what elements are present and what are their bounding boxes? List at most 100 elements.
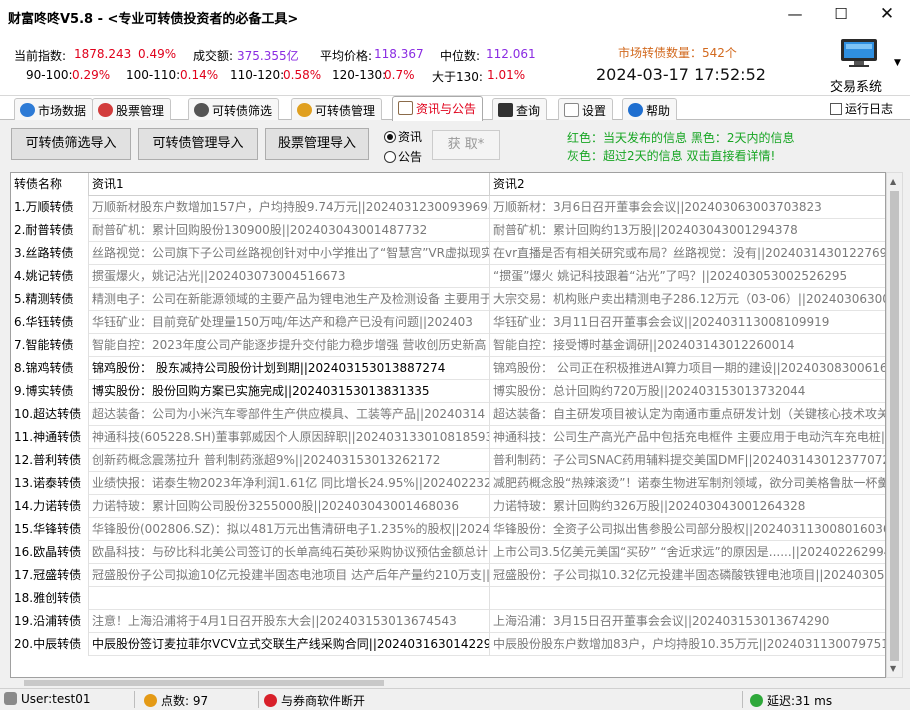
news2-cell[interactable]: 华钰矿业：3月11日召开董事会会议||202403113008109919 [490,311,885,334]
table-row[interactable]: 11.神通转债 神通科技(605228.SH)董事郭威因个人原因辞职||20240… [11,426,885,449]
news2-cell[interactable]: 上海沿浦：3月15日召开董事会会议||202403153013674290 [490,610,885,633]
radio-news[interactable]: 资讯 [384,128,422,145]
table-row[interactable]: 2.耐普转债 耐普矿机：累计回购股份130900股||20240304300148… [11,219,885,242]
import-stock-button[interactable]: 股票管理导入 [265,128,369,160]
news-table[interactable]: 转债名称 资讯1 资讯2 1.万顺转债 万顺新材股东户数增加157户，户均持股9.… [10,172,886,678]
table-row[interactable]: 18.雅创转债 [11,587,885,610]
news1-cell[interactable]: 华锋股份(002806.SZ)：拟以481万元出售清研电子1.235%的股权||… [89,518,490,541]
news2-cell[interactable]: 万顺新材：3月6日召开董事会会议||202403063003703823 [490,196,885,219]
bond-name-cell[interactable]: 7.智能转债 [11,334,89,357]
table-row[interactable]: 4.姚记转债 掼蛋爆火，姚记沾光||202403073004516673 “掼蛋”爆… [11,265,885,288]
bond-name-cell[interactable]: 13.诺泰转债 [11,472,89,495]
news1-cell[interactable]: 力诺特玻：累计回购公司股份3255000股||20240304300146803… [89,495,490,518]
vertical-scrollbar[interactable]: ▲ ▼ [886,172,903,678]
tab-market-data[interactable]: 市场数据 [14,98,94,120]
scroll-up-icon[interactable]: ▲ [890,177,896,186]
bond-name-cell[interactable]: 4.姚记转债 [11,265,89,288]
news2-cell[interactable]: 大宗交易：机构账户卖出精测电子286.12万元（03-06）||20240306… [490,288,885,311]
tab-news-notice[interactable]: 资讯与公告 [392,96,484,121]
news2-cell[interactable]: 神通科技：公司生产高光产品中包括充电框件 主要应用于电动汽车充电桩|| [490,426,885,449]
bond-name-cell[interactable]: 18.雅创转债 [11,587,89,610]
bond-name-cell[interactable]: 11.神通转债 [11,426,89,449]
news1-cell[interactable]: 博实股份：股份回购方案已实施完成||202403153013831335 [89,380,490,403]
table-row[interactable]: 1.万顺转债 万顺新材股东户数增加157户，户均持股9.74万元||2024031… [11,196,885,219]
bond-name-cell[interactable]: 2.耐普转债 [11,219,89,242]
table-row[interactable]: 14.力诺转债 力诺特玻：累计回购公司股份3255000股||2024030430… [11,495,885,518]
bond-name-cell[interactable]: 15.华锋转债 [11,518,89,541]
news2-cell[interactable] [490,587,885,610]
table-row[interactable]: 12.普利转债 创新药概念震荡拉升 普利制药涨超9%||2024031530132… [11,449,885,472]
table-row[interactable]: 3.丝路转债 丝路视觉：公司旗下子公司丝路视创针对中小学推出了“智慧宫”VR虚拟现… [11,242,885,265]
column-header[interactable]: 资讯2 [490,173,885,196]
news1-cell[interactable]: 冠盛股份子公司拟逾10亿元投建半固态电池项目 达产后年产量约210万支|| [89,564,490,587]
bond-name-cell[interactable]: 1.万顺转债 [11,196,89,219]
bond-name-cell[interactable]: 5.精测转债 [11,288,89,311]
tab-stock-manage[interactable]: 股票管理 [92,98,172,120]
tab-query[interactable]: 查询 [492,98,548,120]
bond-name-cell[interactable]: 9.博实转债 [11,380,89,403]
scroll-thumb[interactable] [890,191,899,661]
table-row[interactable]: 5.精测转债 精测电子：公司在新能源领域的主要产品为锂电池生产及检测设备 主要用于… [11,288,885,311]
bond-name-cell[interactable]: 3.丝路转债 [11,242,89,265]
scroll-down-icon[interactable]: ▼ [890,664,896,673]
table-row[interactable]: 7.智能转债 智能自控：2023年度公司产能逐步提升交付能力稳步增强 营收创历史新… [11,334,885,357]
table-row[interactable]: 17.冠盛转债 冠盛股份子公司拟逾10亿元投建半固态电池项目 达产后年产量约210… [11,564,885,587]
radio-notice[interactable]: 公告 [384,148,422,165]
table-row[interactable]: 13.诺泰转债 业绩快报：诺泰生物2023年净利润1.61亿 同比增长24.95%… [11,472,885,495]
news2-cell[interactable]: 普利制药：子公司SNAC药用辅料提交美国DMF||202403143012377… [490,449,885,472]
news1-cell[interactable]: 耐普矿机：累计回购股份130900股||202403043001487732 [89,219,490,242]
column-header[interactable]: 资讯1 [89,173,490,196]
import-manage-button[interactable]: 可转债管理导入 [138,128,258,160]
tab-bond-manage[interactable]: 可转债管理 [291,98,383,120]
news1-cell[interactable]: 注意！上海沿浦将于4月1日召开股东大会||202403153013674543 [89,610,490,633]
news2-cell[interactable]: 耐普矿机：累计回购约13万股||202403043001294378 [490,219,885,242]
news1-cell[interactable]: 业绩快报：诺泰生物2023年净利润1.61亿 同比增长24.95%||20240… [89,472,490,495]
close-button[interactable]: ✕ [864,0,910,30]
tab-help[interactable]: 帮助 [622,98,678,120]
news2-cell[interactable]: 力诺特玻：累计回购约326万股||202403043001264328 [490,495,885,518]
news2-cell[interactable]: 在vr直播是否有相关研究或布局？丝路视觉：没有||202403143012276… [490,242,885,265]
bond-name-cell[interactable]: 17.冠盛转债 [11,564,89,587]
news1-cell[interactable]: 神通科技(605228.SH)董事郭威因个人原因辞职||202403133010… [89,426,490,449]
bond-name-cell[interactable]: 8.锦鸡转债 [11,357,89,380]
news1-cell[interactable]: 掼蛋爆火，姚记沾光||202403073004516673 [89,265,490,288]
news2-cell[interactable]: 锦鸡股份： 公司正在积极推进AI算力项目一期的建设||2024030830061… [490,357,885,380]
table-row[interactable]: 15.华锋转债 华锋股份(002806.SZ)：拟以481万元出售清研电子1.23… [11,518,885,541]
news1-cell[interactable]: 中辰股份签订麦拉菲尔VCV立式交联生产线采购合同||20240316301422… [89,633,490,656]
table-row[interactable]: 16.欧晶转债 欧晶科技：与矽比科北美公司签订的长单高纯石英砂采购协议预估金额总计… [11,541,885,564]
news2-cell[interactable]: 减肥药概念股“热辣滚烫”！诺泰生物进军制剂领域，欲分司美格鲁肽一杯羹 [490,472,885,495]
news2-cell[interactable]: 冠盛股份：子公司拟10.32亿元投建半固态磷酸铁锂电池项目||202403053… [490,564,885,587]
news2-cell[interactable]: 智能自控：接受博时基金调研||202403143012260014 [490,334,885,357]
news1-cell[interactable] [89,587,490,610]
scroll-thumb[interactable] [24,680,384,686]
table-row[interactable]: 10.超达转债 超达装备：公司为小米汽车零部件生产供应模具、工装等产品||2024… [11,403,885,426]
news1-cell[interactable]: 创新药概念震荡拉升 普利制药涨超9%||202403153013262172 [89,449,490,472]
bond-name-cell[interactable]: 16.欧晶转债 [11,541,89,564]
maximize-button[interactable]: ☐ [818,0,864,30]
news1-cell[interactable]: 超达装备：公司为小米汽车零部件生产供应模具、工装等产品||20240314 [89,403,490,426]
news1-cell[interactable]: 智能自控：2023年度公司产能逐步提升交付能力稳步增强 营收创历史新高 [89,334,490,357]
table-row[interactable]: 6.华钰转债 华钰矿业：目前竞矿处理量150万吨/年达产和稳产已没有问题||202… [11,311,885,334]
news2-cell[interactable]: 博实股份：总计回购约720万股||202403153013732044 [490,380,885,403]
radio-dot[interactable] [384,151,396,163]
bond-name-cell[interactable]: 6.华钰转债 [11,311,89,334]
news1-cell[interactable]: 万顺新材股东户数增加157户，户均持股9.74万元||2024031230093… [89,196,490,219]
table-row[interactable]: 8.锦鸡转债 锦鸡股份： 股东减持公司股份计划到期||20240315301388… [11,357,885,380]
news2-cell[interactable]: 上市公司3.5亿美元美国“买矽” “舍近求远”的原因是......||20240… [490,541,885,564]
table-row[interactable]: 20.中辰转债 中辰股份签订麦拉菲尔VCV立式交联生产线采购合同||2024031… [11,633,885,656]
news1-cell[interactable]: 精测电子：公司在新能源领域的主要产品为锂电池生产及检测设备 主要用于 [89,288,490,311]
tab-settings[interactable]: 设置 [558,98,614,120]
table-row[interactable]: 19.沿浦转债 注意！上海沿浦将于4月1日召开股东大会||202403153013… [11,610,885,633]
import-screen-button[interactable]: 可转债筛选导入 [11,128,131,160]
news1-cell[interactable]: 欧晶科技：与矽比科北美公司签订的长单高纯石英砂采购协议预估金额总计 [89,541,490,564]
news2-cell[interactable]: “掼蛋”爆火 姚记科技跟着“沾光”了吗？||202403053002526295 [490,265,885,288]
radio-dot[interactable] [384,131,396,143]
news2-cell[interactable]: 华锋股份：全资子公司拟出售参股公司部分股权||20240311300801603… [490,518,885,541]
trade-system-button[interactable]: 交易系统 [828,36,894,95]
bond-name-cell[interactable]: 14.力诺转债 [11,495,89,518]
news2-cell[interactable]: 中辰股份股东户数增加83户，户均持股10.35万元||2024031130079… [490,633,885,656]
tab-bond-screen[interactable]: 可转债筛选 [188,98,280,120]
bond-name-cell[interactable]: 20.中辰转债 [11,633,89,656]
news2-cell[interactable]: 超达装备：自主研发项目被认定为南通市重点研发计划（关键核心技术攻关 [490,403,885,426]
news1-cell[interactable]: 华钰矿业：目前竞矿处理量150万吨/年达产和稳产已没有问题||202403 [89,311,490,334]
